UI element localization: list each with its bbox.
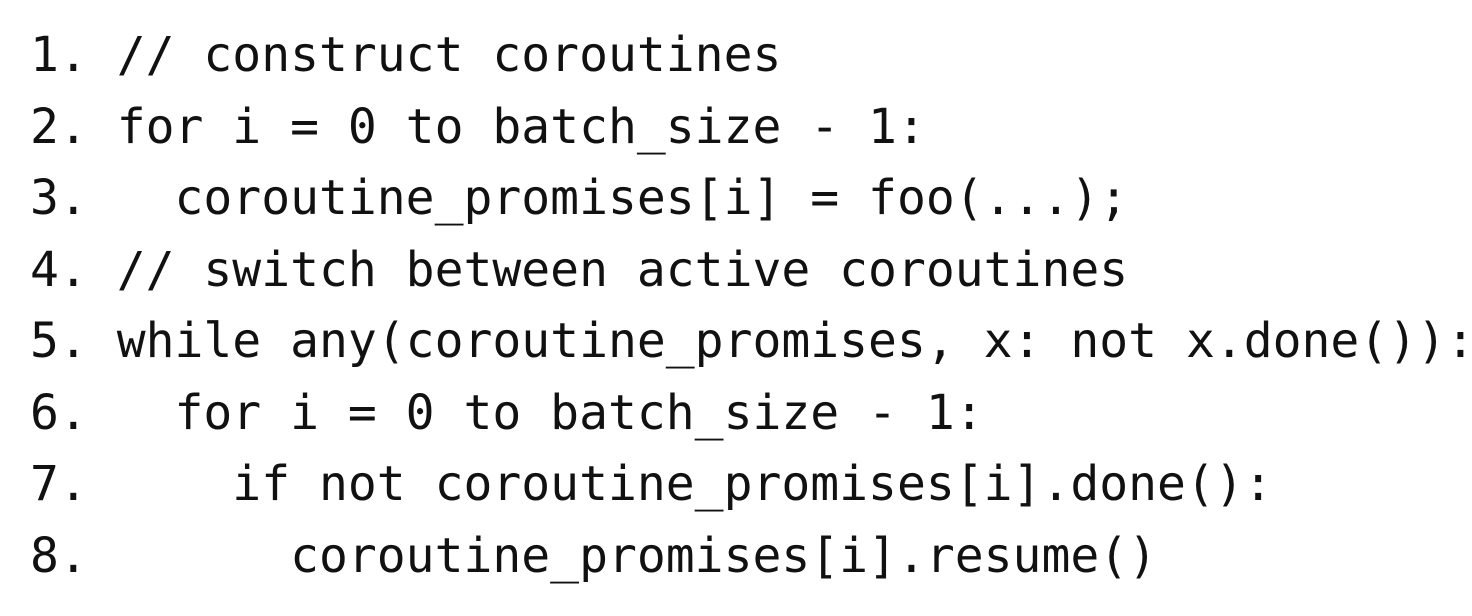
code-line-4: 4. // switch between active coroutines bbox=[30, 241, 1129, 298]
code-line-7: 7. if not coroutine_promises[i].done(): bbox=[30, 456, 1273, 512]
code-listing: 1. // construct coroutines 2. for i = 0 … bbox=[30, 20, 1472, 592]
code-line-1: 1. // construct coroutines bbox=[30, 27, 782, 83]
code-line-8: 8. coroutine_promises[i].resume() bbox=[30, 527, 1158, 584]
code-line-5: 5. while any(coroutine_promises, x: not … bbox=[30, 313, 1472, 369]
code-line-3: 3. coroutine_promises[i] = foo(...); bbox=[30, 170, 1129, 226]
code-line-2: 2. for i = 0 to batch_size - 1: bbox=[30, 98, 926, 155]
code-line-6: 6. for i = 0 to batch_size - 1: bbox=[30, 384, 984, 441]
